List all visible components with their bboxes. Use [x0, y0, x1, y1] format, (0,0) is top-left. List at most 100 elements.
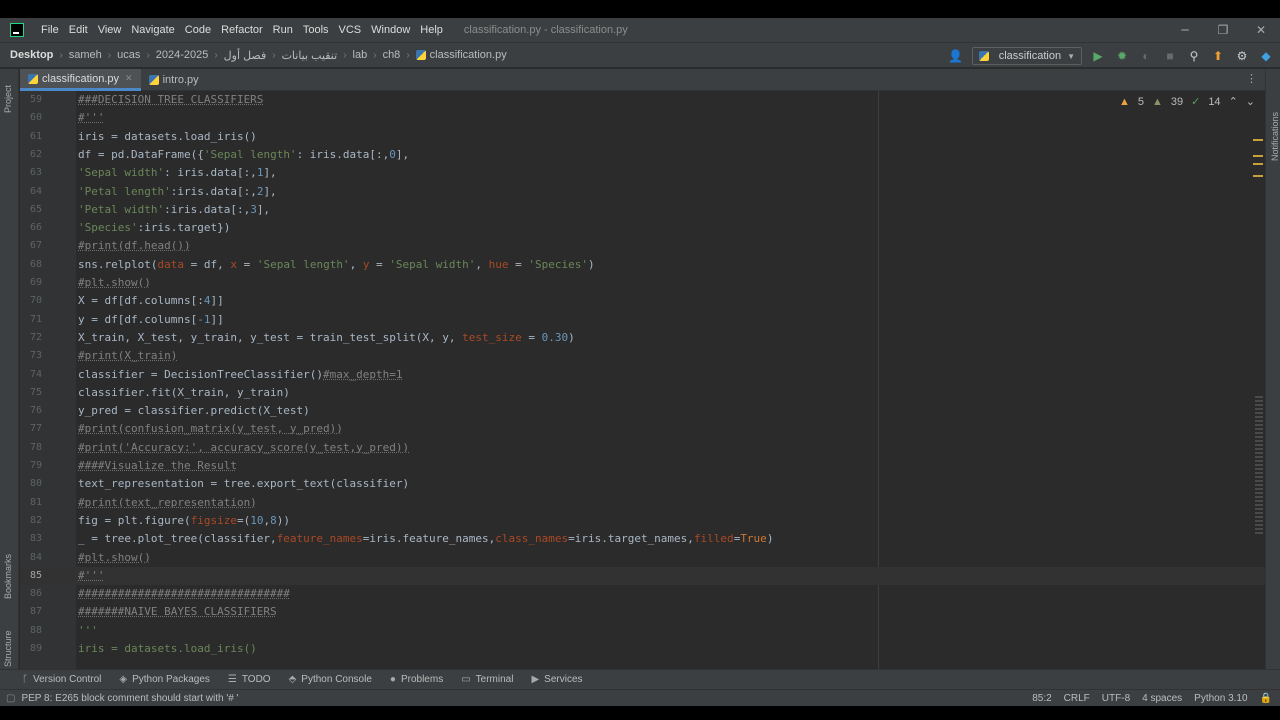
code-line[interactable]: 61 iris = datasets.load_iris() — [20, 128, 1265, 146]
chevron-up-icon[interactable]: ⌃ — [1229, 95, 1238, 108]
tool-window-services[interactable]: ▶ Services — [531, 674, 582, 685]
plugin-icon[interactable]: ◆ — [1258, 48, 1274, 64]
code-line[interactable]: 72 X_train, X_test, y_train, y_test = tra… — [20, 329, 1265, 347]
code-line[interactable]: 60 #''' — [20, 109, 1265, 127]
restore-icon[interactable]: ❐ — [1204, 23, 1242, 37]
run-icon[interactable]: ▶ — [1090, 48, 1106, 64]
more-vertical-icon[interactable]: ⋮ — [1246, 72, 1257, 85]
tool-window-version-control[interactable]: ᚴ Version Control — [22, 674, 101, 685]
code-line[interactable]: 59 ###DECISION TREE CLASSIFIERS — [20, 91, 1265, 109]
menu-edit[interactable]: Edit — [64, 24, 93, 36]
run-config-select[interactable]: classification ▼ — [971, 47, 1082, 65]
code-line[interactable]: 64 'Petal length':iris.data[:,2], — [20, 183, 1265, 201]
settings-icon[interactable]: ⚙ — [1234, 48, 1250, 64]
code-line[interactable]: 78 #print('Accuracy:', accuracy_score(y_t… — [20, 439, 1265, 457]
tool-window-python-packages[interactable]: ◈ Python Packages — [119, 674, 210, 685]
code-line[interactable]: 76 y_pred = classifier.predict(X_test) — [20, 402, 1265, 420]
code-editor[interactable]: 59 ###DECISION TREE CLASSIFIERS 60 #''' 61 ir… — [20, 91, 1265, 669]
stop-icon[interactable]: ■ — [1162, 48, 1178, 64]
code-line[interactable]: 73 #print(X_train) — [20, 347, 1265, 365]
warning-mark[interactable] — [1253, 163, 1263, 165]
lock-icon[interactable]: 🔒 — [1260, 693, 1272, 704]
tool-window-problems[interactable]: ● Problems — [390, 674, 443, 685]
code-line[interactable]: 86 ################################ — [20, 585, 1265, 603]
menu-help[interactable]: Help — [415, 24, 448, 36]
tab-classification[interactable]: classification.py ✕ — [20, 69, 141, 91]
code-line[interactable]: 66 'Species':iris.target}) — [20, 219, 1265, 237]
menu-navigate[interactable]: Navigate — [126, 24, 179, 36]
code-line[interactable]: 71 y = df[df.columns[-1]] — [20, 311, 1265, 329]
breadcrumb-sameh[interactable]: sameh — [69, 49, 102, 61]
close-tab-icon[interactable]: ✕ — [125, 73, 133, 84]
code-line[interactable]: 87 #######NAIVE BAYES CLASSIFIERS — [20, 603, 1265, 621]
coverage-icon[interactable]: ◐ — [1138, 48, 1154, 64]
code-text: 'Sepal width': iris.data[:,1], — [78, 166, 277, 180]
breadcrumb-year[interactable]: 2024-2025 — [156, 49, 209, 61]
breadcrumb-file[interactable]: classification.py — [430, 49, 507, 61]
tool-window-python-console[interactable]: ⬘ Python Console — [289, 674, 372, 685]
tool-window-terminal[interactable]: ▭ Terminal — [461, 674, 513, 685]
code-line[interactable]: 62 df = pd.DataFrame({'Sepal length': iri… — [20, 146, 1265, 164]
breadcrumb-ucas[interactable]: ucas — [117, 49, 140, 61]
window-title: classification.py - classification.py — [463, 24, 628, 36]
menu-code[interactable]: Code — [180, 24, 216, 36]
code-line[interactable]: 83 _ = tree.plot_tree(classifier,feature_… — [20, 530, 1265, 548]
code-line[interactable]: 88 ''' — [20, 622, 1265, 640]
code-line[interactable]: 67 #print(df.head()) — [20, 237, 1265, 255]
breadcrumb-desktop[interactable]: Desktop — [10, 49, 53, 61]
structure-tool-label[interactable]: Structure — [3, 630, 13, 667]
menu-window[interactable]: Window — [366, 24, 415, 36]
breadcrumb-course[interactable]: تنقيب بيانات — [282, 49, 338, 62]
chevron-down-icon[interactable]: ⌄ — [1246, 95, 1255, 108]
inspection-widget[interactable]: ▲ 5 ▲ 39 ✓ 14 ⌃ ⌄ — [1119, 95, 1255, 109]
breadcrumb-lab[interactable]: lab — [353, 49, 368, 61]
code-line[interactable]: 89 iris = datasets.load_iris() — [20, 640, 1265, 658]
menu-vcs[interactable]: VCS — [334, 24, 367, 36]
file-encoding[interactable]: UTF-8 — [1102, 693, 1130, 704]
code-line[interactable]: 82 fig = plt.figure(figsize=(10,8)) — [20, 512, 1265, 530]
python-interpreter[interactable]: Python 3.10 — [1194, 693, 1247, 704]
user-icon[interactable]: 👤 — [948, 48, 964, 64]
code-line[interactable]: 63 'Sepal width': iris.data[:,1], — [20, 164, 1265, 182]
search-icon[interactable]: ⚲ — [1186, 48, 1202, 64]
menu-tools[interactable]: Tools — [298, 24, 334, 36]
notifications-tool-label[interactable]: Notifications — [1270, 112, 1280, 161]
ide-window: File Edit View Navigate Code Refactor Ru… — [0, 18, 1280, 706]
menu-refactor[interactable]: Refactor — [216, 24, 268, 36]
status-square-icon[interactable]: ▢ — [6, 693, 15, 704]
breadcrumb-ch8[interactable]: ch8 — [383, 49, 401, 61]
code-line[interactable]: 68 sns.relplot(data = df, x = 'Sepal leng… — [20, 256, 1265, 274]
code-line[interactable]: 70 X = df[df.columns[:4]] — [20, 292, 1265, 310]
code-line[interactable]: 75 classifier.fit(X_train, y_train) — [20, 384, 1265, 402]
minimize-icon[interactable]: ─ — [1166, 23, 1204, 37]
tab-intro[interactable]: intro.py — [141, 69, 207, 91]
update-icon[interactable]: ⬆ — [1210, 48, 1226, 64]
line-separator[interactable]: CRLF — [1064, 693, 1090, 704]
code-line[interactable]: 85 #''' — [20, 566, 1265, 586]
code-line[interactable]: 65 'Petal width':iris.data[:,3], — [20, 201, 1265, 219]
vertical-scrollbar[interactable] — [1255, 396, 1263, 536]
code-line[interactable]: 69 #plt.show() — [20, 274, 1265, 292]
caret-position[interactable]: 85:2 — [1032, 693, 1051, 704]
window-controls: ─ ❐ ✕ — [1166, 18, 1280, 42]
tool-window-todo[interactable]: ☰ TODO — [228, 674, 271, 685]
indent-setting[interactable]: 4 spaces — [1142, 693, 1182, 704]
code-line[interactable]: 84 #plt.show() — [20, 549, 1265, 567]
warning-mark[interactable] — [1253, 139, 1263, 141]
bookmarks-tool-label[interactable]: Bookmarks — [3, 554, 13, 599]
breadcrumb-semester[interactable]: فصل أول — [224, 49, 267, 62]
project-tool-label[interactable]: Project — [3, 85, 13, 113]
menu-view[interactable]: View — [93, 24, 127, 36]
warning-mark[interactable] — [1253, 175, 1263, 177]
code-line[interactable]: 80 text_representation = tree.export_text… — [20, 475, 1265, 493]
menu-run[interactable]: Run — [268, 24, 298, 36]
menu-file[interactable]: File — [36, 24, 64, 36]
code-line[interactable]: 79 ####Visualize the Result — [20, 457, 1265, 475]
code-line[interactable]: 74 classifier = DecisionTreeClassifier()#… — [20, 366, 1265, 384]
close-icon[interactable]: ✕ — [1242, 23, 1280, 37]
chevron-right-icon: › — [272, 49, 276, 61]
debug-icon[interactable]: ✹ — [1114, 48, 1130, 64]
code-line[interactable]: 81 #print(text_representation) — [20, 494, 1265, 512]
warning-mark[interactable] — [1253, 155, 1263, 157]
code-line[interactable]: 77 #print(confusion_matrix(y_test, y_pred… — [20, 420, 1265, 438]
